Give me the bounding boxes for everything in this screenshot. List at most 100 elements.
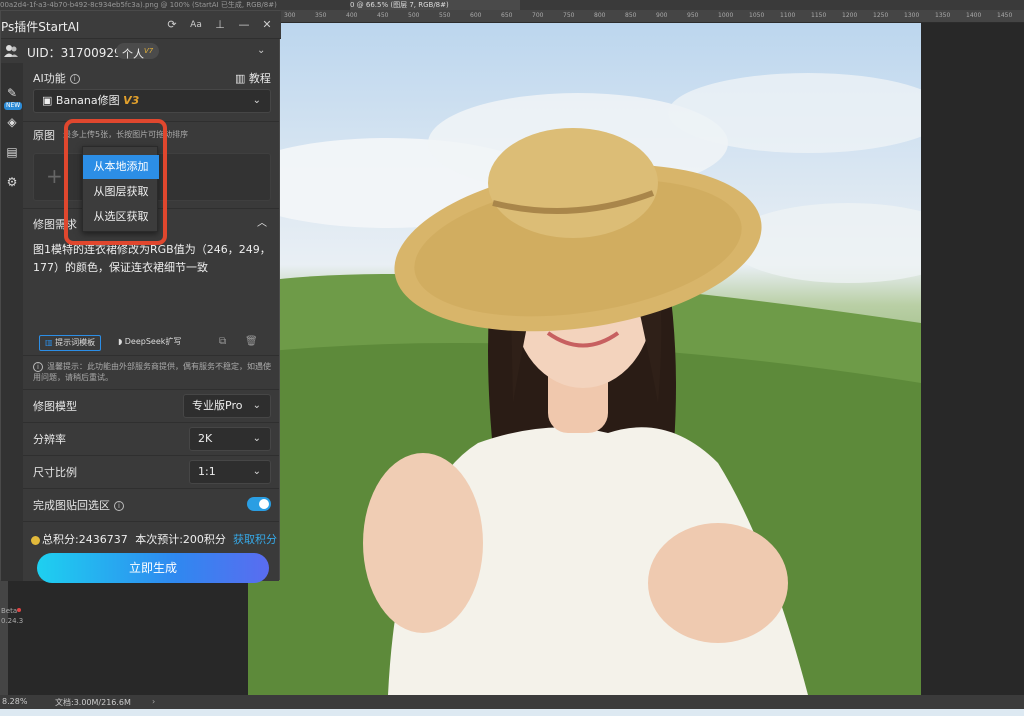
ruler-tick: 1100 xyxy=(780,12,796,19)
trash-icon[interactable]: 🗑 xyxy=(245,336,258,347)
image-icon: ▣ xyxy=(42,94,53,107)
ruler-tick: 800 xyxy=(594,12,606,19)
panel-sidebar: ✎ NEW ◈ ▤ ⚙ Beta 0.24.3 xyxy=(1,63,23,625)
total-points: 总积分:2436737 xyxy=(42,533,128,546)
ruler-tick: 1300 xyxy=(904,12,920,19)
version-label: 0.24.3 xyxy=(1,617,24,625)
ai-function-label: AI功能 i xyxy=(33,70,80,86)
ratio-label: 尺寸比例 xyxy=(33,466,77,479)
get-points-link[interactable]: 获取积分 xyxy=(233,531,277,547)
info-icon[interactable]: i xyxy=(69,74,80,84)
startai-plugin-panel: Ps插件StartAI ⟳ Aa ⊥ — ✕ UID：317009291 个人V… xyxy=(0,10,281,625)
annotation-highlight-box xyxy=(64,119,167,245)
info-icon: i xyxy=(33,361,43,372)
ratio-row: 尺寸比例 1:1 ⌄ xyxy=(23,455,279,487)
ai-function-value: Banana修图 xyxy=(55,94,120,107)
ruler-tick: 900 xyxy=(656,12,668,19)
paste-back-row: 完成图贴回选区 i xyxy=(23,488,279,520)
ratio-value: 1:1 xyxy=(198,465,216,478)
document-icon[interactable]: ▤ xyxy=(4,144,20,160)
zoom-level[interactable]: 8.28% xyxy=(2,697,27,706)
ruler-tick: 1350 xyxy=(935,12,951,19)
refresh-icon[interactable]: ⟳ xyxy=(165,18,179,32)
version-info: Beta 0.24.3 xyxy=(1,606,23,626)
ratio-select[interactable]: 1:1 ⌄ xyxy=(189,460,271,484)
model-row: 修图模型 专业版Pro ⌄ xyxy=(23,389,279,421)
new-badge: NEW xyxy=(4,102,23,110)
ruler-tick: 300 xyxy=(284,12,296,19)
paste-back-toggle[interactable] xyxy=(247,497,271,511)
ruler-tick: 700 xyxy=(532,12,544,19)
points-info: 总积分:2436737 本次预计:200积分 xyxy=(31,531,226,547)
ruler-tick: 350 xyxy=(315,12,327,19)
deepseek-text: DeepSeek扩写 xyxy=(124,337,182,346)
panel-titlebar[interactable]: Ps插件StartAI ⟳ Aa ⊥ — ✕ xyxy=(1,11,281,39)
ruler-tick: 400 xyxy=(346,12,358,19)
beta-label: Beta xyxy=(1,607,18,615)
ps-tab-1[interactable]: 00a2d4-1f-a3-4b70-b492-8c934eb5fc3a).png… xyxy=(0,0,340,10)
tutorial-text: 教程 xyxy=(248,72,271,85)
photo-illustration xyxy=(248,73,921,695)
ps-document-tabs: 00a2d4-1f-a3-4b70-b492-8c934eb5fc3a).png… xyxy=(0,0,1024,10)
model-value: 专业版Pro xyxy=(192,399,243,412)
status-arrow-icon[interactable]: › xyxy=(152,697,155,706)
user-bar[interactable]: UID：317009291 个人V7 ⌄ xyxy=(1,39,281,63)
tutorial-link[interactable]: ▥ 教程 xyxy=(235,70,271,86)
info-icon[interactable]: i xyxy=(114,501,124,511)
os-taskbar xyxy=(0,709,1024,716)
minimize-icon[interactable]: — xyxy=(237,18,251,32)
users-icon xyxy=(4,45,18,57)
ruler-tick: 1200 xyxy=(842,12,858,19)
generate-button[interactable]: 立即生成 xyxy=(37,553,269,583)
whale-icon: ◗ xyxy=(118,337,123,346)
ai-function-version: V3 xyxy=(123,94,140,107)
chevron-down-icon: ⌄ xyxy=(252,400,261,411)
pen-icon[interactable]: ✎ xyxy=(4,85,20,101)
tier-label: 个人 xyxy=(122,47,144,61)
notice-body: 温馨提示：此功能由外部服务商提供，偶有服务不稳定，如遇使用问题，请稍后重试。 xyxy=(33,362,271,382)
divider xyxy=(23,355,279,356)
ps-tab-2[interactable]: 0 @ 66.5% (图层 7, RGB/8#) xyxy=(350,0,520,10)
ruler-tick: 600 xyxy=(470,12,482,19)
original-label: 原图 xyxy=(33,129,55,142)
resolution-label: 分辨率 xyxy=(33,433,66,446)
resolution-select[interactable]: 2K ⌄ xyxy=(189,427,271,451)
deepseek-expand-button[interactable]: ◗ DeepSeek扩写 xyxy=(113,335,186,351)
book-icon: ▥ xyxy=(45,338,53,347)
ruler-tick: 1150 xyxy=(811,12,827,19)
paste-back-label: 完成图贴回选区 i xyxy=(33,497,124,513)
ruler-tick: 450 xyxy=(377,12,389,19)
copy-icon[interactable]: ⧉ xyxy=(219,336,226,347)
chevron-down-icon[interactable]: ⌄ xyxy=(257,45,265,56)
ps-ruler-horizontal: 300 350 400 450 500 550 600 650 700 750 800 850 900 9… xyxy=(280,10,1024,23)
beta-dot xyxy=(17,608,22,612)
canvas-photo xyxy=(248,23,921,695)
notice-text: i 温馨提示：此功能由外部服务商提供，偶有服务不稳定，如遇使用问题，请稍后重试。 xyxy=(33,361,271,383)
ruler-tick: 550 xyxy=(439,12,451,19)
divider xyxy=(23,521,279,522)
ruler-tick: 750 xyxy=(563,12,575,19)
close-icon[interactable]: ✕ xyxy=(260,18,274,32)
model-select[interactable]: 专业版Pro ⌄ xyxy=(183,394,271,418)
chevron-down-icon: ⌄ xyxy=(252,433,261,444)
estimated-points: 本次预计:200积分 xyxy=(135,533,226,546)
layers-icon[interactable]: ◈ xyxy=(4,114,20,130)
ruler-tick: 500 xyxy=(408,12,420,19)
ai-function-select[interactable]: ▣ Banana修图 V3 ⌄ xyxy=(33,89,271,113)
ruler-tick: 950 xyxy=(687,12,699,19)
ruler-tick: 650 xyxy=(501,12,513,19)
prompt-template-button[interactable]: ▥ 提示词模板 xyxy=(39,335,102,351)
plus-icon[interactable]: + xyxy=(46,164,63,188)
chevron-up-icon[interactable]: ︿ xyxy=(257,214,267,229)
ruler-tick: 850 xyxy=(625,12,637,19)
chevron-down-icon: ⌄ xyxy=(252,466,261,477)
pin-icon[interactable]: ⊥ xyxy=(213,18,227,32)
ruler-tick: 1000 xyxy=(718,12,734,19)
ruler-tick: 1450 xyxy=(997,12,1013,19)
requirement-textarea[interactable]: 图1模特的连衣裙修改为RGB值为（246，249，177）的颜色，保证连衣裙细节… xyxy=(33,241,271,331)
gear-icon[interactable]: ⚙ xyxy=(4,174,20,190)
book-icon: ▥ xyxy=(235,72,246,85)
doc-size: 文档:3.00M/216.6M xyxy=(55,698,131,707)
font-size-button[interactable]: Aa xyxy=(189,18,203,32)
user-id: UID：317009291 xyxy=(27,46,130,60)
